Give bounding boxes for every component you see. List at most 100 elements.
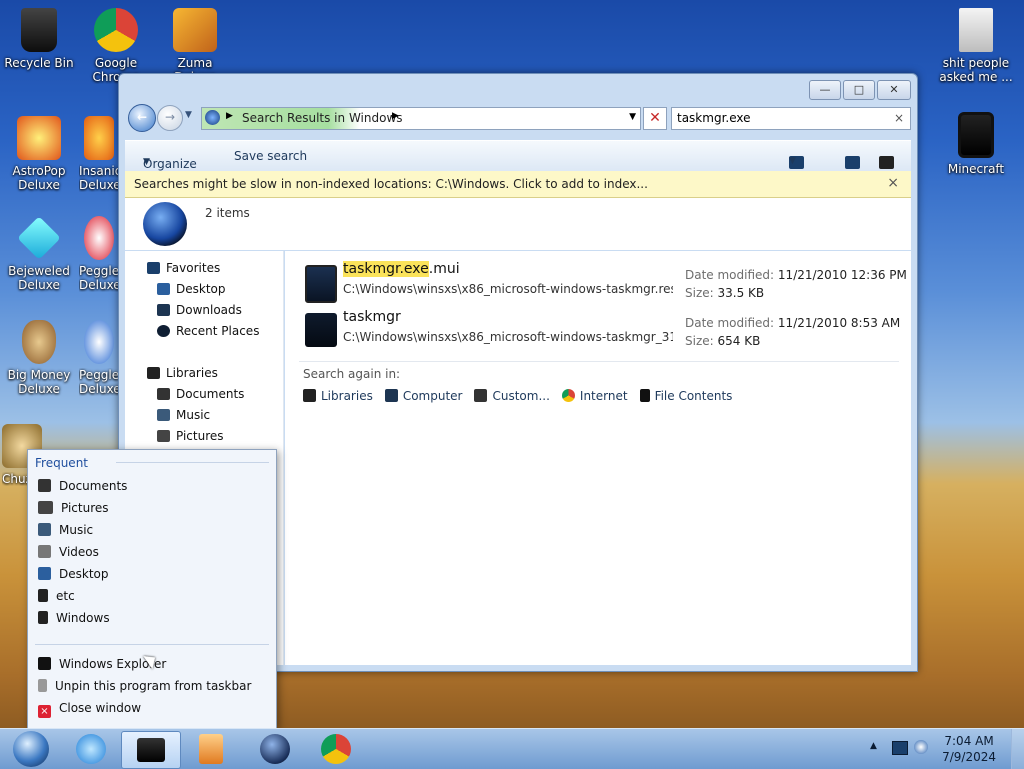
jump-list-item[interactable]: Videos <box>38 542 99 562</box>
jump-list-item[interactable]: Pictures <box>38 498 109 518</box>
recent-places-icon <box>157 325 170 337</box>
desktop-icon-label: AstroPop Deluxe <box>12 164 66 192</box>
tray-icon[interactable] <box>892 741 908 755</box>
maximize-button[interactable]: □ <box>843 80 875 100</box>
astropop-icon <box>17 116 61 160</box>
nav-recent-places[interactable]: Recent Places <box>157 322 259 340</box>
network-icon[interactable] <box>914 740 928 754</box>
desktop-icon-label: Peggle Deluxe <box>79 368 119 396</box>
peggle-icon <box>84 216 114 260</box>
back-button[interactable]: ← <box>128 104 156 132</box>
close-infobar-icon[interactable]: × <box>887 175 899 191</box>
jump-list-item[interactable]: Desktop <box>38 564 109 584</box>
desktop-icon-recycle-bin[interactable]: Recycle Bin <box>2 8 76 70</box>
result-date: Date modified: 11/21/2010 8:53 AM <box>685 316 901 330</box>
recent-pages-dropdown[interactable]: ▼ <box>185 110 192 120</box>
nav-music[interactable]: Music <box>157 406 210 424</box>
chrome-icon <box>94 8 138 52</box>
desktop-icon <box>38 567 51 580</box>
close-button[interactable]: ✕ <box>877 80 911 100</box>
search-again-file-contents[interactable]: File Contents <box>639 389 732 403</box>
nav-pictures[interactable]: Pictures <box>157 427 224 445</box>
nav-documents[interactable]: Documents <box>157 385 244 403</box>
taskbar-internet-explorer[interactable] <box>62 731 120 767</box>
desktop-icon-astropop[interactable]: AstroPop Deluxe <box>2 116 76 192</box>
clock-date: 7/9/2024 <box>942 750 996 764</box>
pin-icon <box>38 679 47 692</box>
libraries-icon <box>303 389 316 402</box>
result-item[interactable]: taskmgr C:\Windows\winsxs\x86_microsoft-… <box>299 309 903 353</box>
task-manager-icon <box>305 313 337 347</box>
result-item[interactable]: taskmgr.exe.mui C:\Windows\winsxs\x86_mi… <box>299 261 907 305</box>
search-again-internet[interactable]: Internet <box>561 389 628 403</box>
globe-icon <box>260 734 290 764</box>
star-icon <box>147 262 160 274</box>
results-pane: taskmgr.exe.mui C:\Windows\winsxs\x86_mi… <box>285 251 911 665</box>
jump-list-item[interactable]: Windows <box>38 608 110 628</box>
save-search-button[interactable]: Save search <box>234 149 307 163</box>
search-globe-icon <box>205 110 220 125</box>
search-again-computer[interactable]: Computer <box>384 389 462 403</box>
clock[interactable]: 7:04 AM 7/9/2024 <box>942 733 996 765</box>
nav-desktop[interactable]: Desktop <box>157 280 226 298</box>
desktop-icon-peggle-2[interactable]: Peggle Deluxe <box>79 320 119 396</box>
custom-folder-icon <box>474 389 488 402</box>
show-desktop-button[interactable] <box>1011 729 1024 769</box>
windows-orb-icon <box>13 731 49 767</box>
start-button[interactable] <box>2 731 60 767</box>
downloads-icon <box>157 304 170 316</box>
jump-list-divider <box>35 644 269 645</box>
nav-downloads[interactable]: Downloads <box>157 301 242 319</box>
chevron-down-icon: ▼ <box>789 156 796 166</box>
search-again-label: Search again in: <box>303 367 401 381</box>
nav-favorites[interactable]: Favorites <box>147 259 220 277</box>
desktop-icon-folder[interactable]: shit people asked me ... <box>938 8 1014 84</box>
computer-icon <box>384 389 398 402</box>
address-dropdown-icon[interactable]: ▼ <box>629 112 636 122</box>
jump-list-item[interactable]: Documents <box>38 476 127 496</box>
show-hidden-icons[interactable]: ▲ <box>870 741 877 751</box>
breadcrumb[interactable]: Search Results in Windows <box>242 111 403 125</box>
stop-button[interactable]: ✕ <box>643 107 667 130</box>
documents-icon <box>38 479 51 492</box>
info-bar-text[interactable]: Searches might be slow in non-indexed lo… <box>134 177 648 191</box>
search-again-custom[interactable]: Custom... <box>474 389 550 403</box>
desktop-icon-label: Minecraft <box>947 162 1005 176</box>
navigation-bar: ← → ▼ ▶ Search Results in Windows ▶ ▼ ✕ … <box>125 102 911 132</box>
clear-search-icon[interactable]: × <box>894 111 904 125</box>
desktop-icon-label: shit people asked me ... <box>939 56 1013 84</box>
videos-icon <box>38 545 51 558</box>
nav-libraries[interactable]: Libraries <box>147 364 218 382</box>
unpin-from-taskbar[interactable]: Unpin this program from taskbar <box>38 676 251 696</box>
folder-icon <box>38 589 48 602</box>
jump-list-section-title: Frequent <box>35 456 88 470</box>
result-name: taskmgr.exe.mui <box>343 261 460 277</box>
search-again-libraries[interactable]: Libraries <box>303 389 373 403</box>
desktop-icon-peggle-1[interactable]: Peggle Deluxe <box>79 216 119 292</box>
close-window[interactable]: × Close window <box>38 698 141 718</box>
result-path: C:\Windows\winsxs\x86_microsoft-windows-… <box>343 282 673 296</box>
taskbar-chrome[interactable] <box>307 731 365 767</box>
desktop-icon-big-money[interactable]: Big Money Deluxe <box>2 320 76 396</box>
address-bar[interactable]: ▶ Search Results in Windows ▶ ▼ <box>201 107 641 130</box>
minimize-button[interactable]: — <box>809 80 841 100</box>
forward-button[interactable]: → <box>157 105 183 131</box>
jump-list-item[interactable]: Music <box>38 520 93 540</box>
taskbar-windows-explorer[interactable] <box>121 731 181 769</box>
music-icon <box>157 409 170 421</box>
taskbar-media-player[interactable] <box>182 731 240 767</box>
search-input[interactable]: taskmgr.exe <box>677 111 751 125</box>
help-icon <box>879 156 894 169</box>
jump-list-divider <box>116 462 269 463</box>
media-player-icon <box>199 734 223 764</box>
jump-list-item[interactable]: etc <box>38 586 75 606</box>
info-bar[interactable]: Searches might be slow in non-indexed lo… <box>125 171 911 198</box>
desktop-icon-insaniquarium[interactable]: Insaniquarium Deluxe <box>79 116 119 192</box>
chrome-icon <box>321 734 351 764</box>
search-box[interactable]: taskmgr.exe × <box>671 107 911 130</box>
taskbar-globe-app[interactable] <box>246 731 304 767</box>
insaniquarium-icon <box>84 116 114 160</box>
desktop-icon-bejeweled[interactable]: Bejeweled Deluxe <box>2 216 76 292</box>
desktop-icon-minecraft[interactable]: Minecraft <box>938 112 1014 176</box>
desktop-icon-label: Big Money Deluxe <box>7 368 71 396</box>
